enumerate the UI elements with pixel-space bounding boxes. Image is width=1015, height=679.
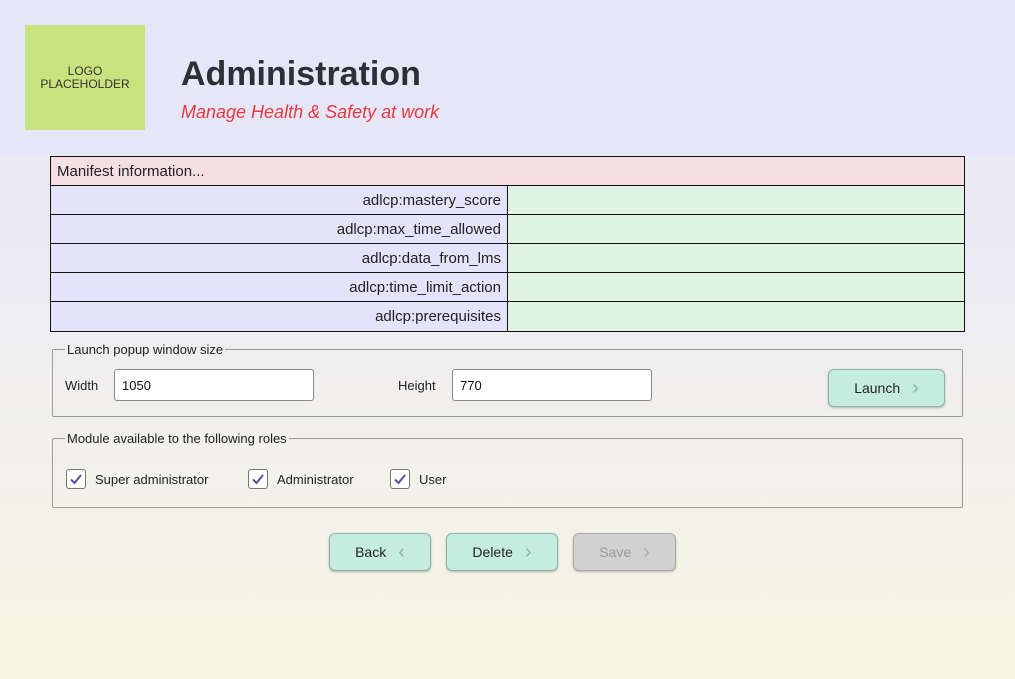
manifest-key: adlcp:max_time_allowed [51,215,508,243]
manifest-heading: Manifest information... [51,157,964,186]
manifest-row: adlcp:time_limit_action [51,273,964,302]
manifest-row: adlcp:mastery_score [51,186,964,215]
launch-button-label: Launch [854,380,901,396]
width-input[interactable] [114,369,314,401]
width-label: Width [65,378,99,393]
manifest-value [508,244,964,272]
page-title: Administration [181,55,421,93]
back-button-label: Back [355,544,387,560]
manifest-value [508,302,964,331]
check-icon [394,474,406,485]
administrator-label: Administrator [277,472,354,487]
manifest-key: adlcp:prerequisites [51,302,508,331]
administrator-checkbox[interactable] [248,469,268,489]
roles-legend: Module available to the following roles [67,431,287,446]
manifest-value [508,186,964,214]
save-button-label: Save [599,544,632,560]
height-input[interactable] [452,369,652,401]
logo-placeholder: LOGO PLACEHOLDER [25,25,145,130]
back-button[interactable]: Back ‹ [329,533,431,571]
manifest-row: adlcp:data_from_lms [51,244,964,273]
manifest-table: Manifest information... adlcp:mastery_sc… [50,156,965,332]
chevron-right-icon: › [912,377,919,399]
user-checkbox[interactable] [390,469,410,489]
manifest-value [508,215,964,243]
super-admin-label: Super administrator [95,472,209,487]
manifest-row: adlcp:prerequisites [51,302,964,331]
chevron-right-icon: › [643,541,650,563]
height-label: Height [398,378,436,393]
page-subtitle: Manage Health & Safety at work [181,102,440,122]
header: LOGO PLACEHOLDER Administration Manage H… [0,0,1015,155]
roles-group: Module available to the following roles [52,431,963,508]
check-icon [252,474,264,485]
chevron-left-icon: ‹ [398,541,405,563]
check-icon [70,474,82,485]
save-button[interactable]: Save › [573,533,676,571]
super-admin-checkbox[interactable] [66,469,86,489]
launch-button[interactable]: Launch › [828,369,945,407]
logo-line-2: PLACEHOLDER [40,76,130,91]
manifest-key: adlcp:data_from_lms [51,244,508,272]
manifest-row: adlcp:max_time_allowed [51,215,964,244]
logo-line-1: LOGO [67,63,103,78]
popup-size-legend: Launch popup window size [67,342,224,357]
manifest-value [508,273,964,301]
manifest-key: adlcp:mastery_score [51,186,508,214]
manifest-key: adlcp:time_limit_action [51,273,508,301]
delete-button-label: Delete [472,544,513,560]
user-label: User [419,472,447,487]
delete-button[interactable]: Delete › [446,533,558,571]
chevron-right-icon: › [524,541,532,563]
